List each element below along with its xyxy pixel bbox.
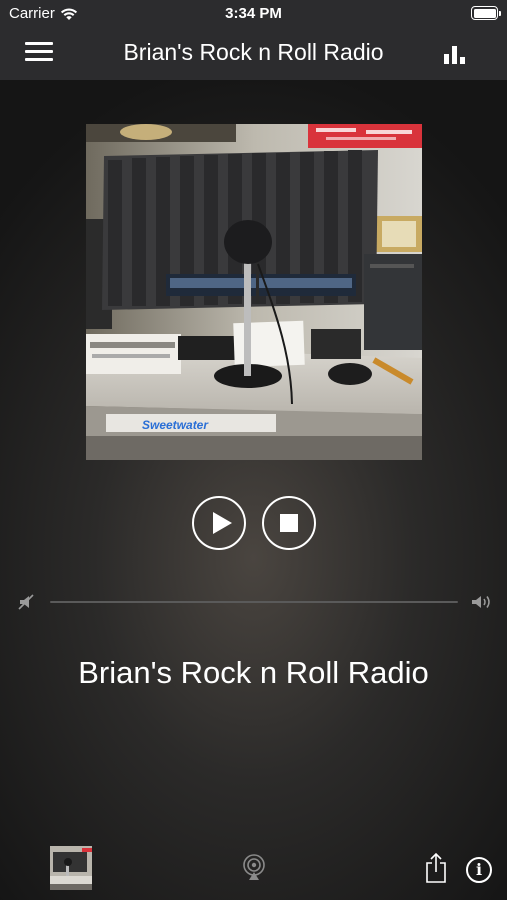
volume-max-icon[interactable] [470, 592, 494, 612]
share-icon[interactable] [424, 852, 448, 884]
status-time: 3:34 PM [225, 5, 282, 22]
play-button[interactable] [192, 496, 246, 550]
station-name: Brian's Rock n Roll Radio [78, 655, 429, 690]
nav-title: Brian's Rock n Roll Radio [123, 39, 384, 65]
info-icon[interactable]: i [466, 857, 492, 883]
bottom-bar: i [0, 840, 507, 900]
equalizer-icon[interactable] [444, 44, 470, 64]
volume-mute-icon[interactable] [17, 592, 37, 612]
play-icon [213, 512, 232, 534]
battery-icon [471, 6, 501, 20]
album-thumbnail[interactable] [50, 846, 92, 890]
status-bar: Carrier 3:34 PM [0, 0, 507, 28]
stop-button[interactable] [262, 496, 316, 550]
volume-row [0, 590, 507, 614]
volume-slider[interactable] [50, 601, 458, 603]
airplay-icon[interactable] [241, 854, 267, 880]
nav-bar: Brian's Rock n Roll Radio [0, 28, 507, 80]
album-art: Sweetwater [86, 124, 422, 460]
sweetwater-sticker: Sweetwater [142, 418, 209, 432]
stop-icon [280, 514, 298, 532]
playback-controls [0, 496, 507, 550]
studio-photo: Sweetwater [86, 124, 422, 460]
